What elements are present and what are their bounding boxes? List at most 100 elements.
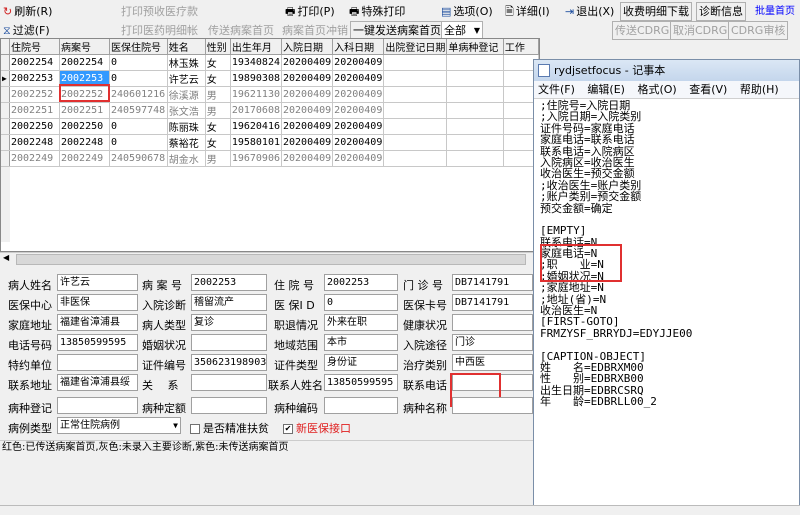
detail-button[interactable]: 🗎 详细(I) (502, 2, 553, 21)
column-header[interactable]: 出生年月 (230, 39, 283, 55)
table-cell[interactable] (383, 134, 448, 151)
notepad-window[interactable]: rydjsetfocus - 记事本 文件(F) 编辑(E) 格式(O) 查看(… (533, 59, 800, 515)
table-cell[interactable]: 陈丽珠 (167, 118, 206, 135)
table-cell[interactable]: 240597748 (109, 102, 168, 119)
diag-info-button[interactable]: 诊断信息 (696, 2, 746, 21)
admit-diag-field[interactable]: 稽留流产 (191, 294, 267, 311)
new-interface-checkbox[interactable]: ✔ 新医保接口 (283, 420, 351, 436)
disease-code-field[interactable] (324, 397, 398, 414)
table-cell[interactable] (446, 86, 504, 103)
print-pre-bill-button[interactable]: 打印预收医疗款 (118, 2, 201, 21)
batch-front-link[interactable]: 批量首页 (752, 2, 798, 21)
bottom-horizontal-scrollbar[interactable] (0, 505, 800, 515)
disease-quota-field[interactable] (191, 397, 267, 414)
table-row[interactable]: 2002254 2002254 0 林玉姝女 19340824 20200409 20200… (1, 54, 539, 71)
menu-format[interactable]: 格式(O) (637, 83, 676, 96)
table-cell[interactable]: 0 (109, 54, 168, 71)
relation-field[interactable] (191, 374, 267, 391)
row-indicator[interactable]: ▶ (1, 70, 10, 87)
menu-file[interactable]: 文件(F) (538, 83, 575, 96)
row-indicator[interactable] (1, 134, 10, 151)
table-cell[interactable]: 20200409 (332, 54, 385, 71)
table-cell[interactable]: 0 (109, 118, 168, 135)
exit-button[interactable]: ⇥ 退出(X) (562, 2, 617, 21)
column-header[interactable]: 医保住院号 (109, 39, 168, 55)
cert-no-field[interactable]: 350623198903 (191, 354, 267, 371)
row-indicator[interactable] (1, 54, 10, 71)
table-cell[interactable]: 2002254 (9, 54, 60, 71)
table-cell[interactable] (383, 86, 448, 103)
table-row[interactable]: 2002250 2002250 0 陈丽珠女 19620416 20200409 20200… (1, 118, 539, 135)
table-cell[interactable]: 张文浩 (167, 102, 206, 119)
table-cell[interactable]: 0 (109, 70, 168, 87)
table-cell[interactable] (383, 118, 448, 135)
table-cell[interactable]: 19621130 (230, 86, 283, 103)
table-cell[interactable]: 林玉姝 (167, 54, 206, 71)
table-cell[interactable]: 2002252 (9, 86, 60, 103)
job-status-field[interactable]: 外来在职 (324, 314, 398, 331)
grid-horizontal-scrollbar[interactable]: ◀ (0, 252, 540, 266)
menu-edit[interactable]: 编辑(E) (587, 83, 625, 96)
table-cell[interactable]: 男 (205, 86, 231, 103)
cert-type-field[interactable]: 身份证 (324, 354, 398, 371)
fee-download-button[interactable]: 收费明细下载 (620, 2, 692, 21)
contact-name-field[interactable]: 13850599595 (324, 374, 398, 391)
table-cell[interactable]: 240590678 (109, 150, 168, 167)
column-header[interactable]: 病案号 (59, 39, 110, 55)
health-field[interactable] (452, 314, 533, 331)
scrollbar-thumb[interactable] (16, 254, 526, 265)
table-cell[interactable]: 19580101 (230, 134, 283, 151)
table-cell[interactable]: 蔡裕花 (167, 134, 206, 151)
home-addr-field[interactable]: 福建省漳浦县 (57, 314, 138, 331)
table-cell[interactable]: 徐溪源 (167, 86, 206, 103)
table-cell[interactable]: 2002251 (59, 102, 110, 119)
table-cell[interactable]: 20200409 (281, 118, 334, 135)
table-cell[interactable]: 男 (205, 150, 231, 167)
table-cell[interactable] (383, 70, 448, 87)
table-cell[interactable]: 19890308 (230, 70, 283, 87)
row-indicator[interactable] (1, 118, 10, 135)
column-header[interactable]: 出院登记日期 (383, 39, 448, 55)
table-cell[interactable]: 20200409 (332, 86, 385, 103)
table-cell[interactable]: 20200409 (281, 70, 334, 87)
table-cell[interactable] (446, 54, 504, 71)
column-header[interactable]: 性别 (205, 39, 231, 55)
table-row[interactable]: 2002251 2002251 240597748 张文浩男 20170608 20200… (1, 102, 539, 119)
table-cell[interactable]: 20200409 (281, 102, 334, 119)
table-cell[interactable]: 20170608 (230, 102, 283, 119)
insurance-id-field[interactable]: 0 (324, 294, 398, 311)
table-cell[interactable]: 20200409 (281, 150, 334, 167)
patient-type-field[interactable]: 复诊 (191, 314, 267, 331)
table-cell[interactable] (446, 134, 504, 151)
table-cell[interactable]: 240601216 (109, 86, 168, 103)
table-cell[interactable]: 2002248 (9, 134, 60, 151)
table-cell[interactable]: 2002250 (9, 118, 60, 135)
scroll-left-icon[interactable]: ◀ (3, 253, 9, 262)
insurance-card-field[interactable]: DB7141791 (452, 294, 533, 311)
disease-name-field[interactable] (452, 397, 533, 414)
table-cell[interactable] (446, 70, 504, 87)
cancel-cdrg-button[interactable]: 取消CDRG (670, 21, 731, 40)
table-cell[interactable] (383, 54, 448, 71)
table-cell[interactable] (383, 150, 448, 167)
table-cell[interactable]: 19340824 (230, 54, 283, 71)
table-cell[interactable]: 女 (205, 70, 231, 87)
table-cell[interactable] (383, 102, 448, 119)
table-cell[interactable]: 20200409 (332, 118, 385, 135)
table-cell[interactable]: 女 (205, 118, 231, 135)
table-cell[interactable]: 2002249 (59, 150, 110, 167)
special-print-button[interactable]: 🖶 特殊打印 (346, 2, 408, 21)
table-cell[interactable] (446, 150, 504, 167)
table-cell[interactable]: 许艺云 (167, 70, 206, 87)
print-button[interactable]: 🖶 打印(P) (282, 2, 338, 21)
region-field[interactable]: 本市 (324, 334, 398, 351)
table-cell[interactable]: 女 (205, 134, 231, 151)
notepad-title-bar[interactable]: rydjsetfocus - 记事本 (534, 60, 799, 81)
table-cell[interactable]: 20200409 (332, 134, 385, 151)
table-cell[interactable] (446, 118, 504, 135)
table-cell[interactable]: 2002250 (59, 118, 110, 135)
table-cell[interactable]: 20200409 (281, 134, 334, 151)
menu-help[interactable]: 帮助(H) (740, 83, 779, 96)
column-header[interactable]: 姓名 (167, 39, 206, 55)
disease-reg-field[interactable] (57, 397, 138, 414)
